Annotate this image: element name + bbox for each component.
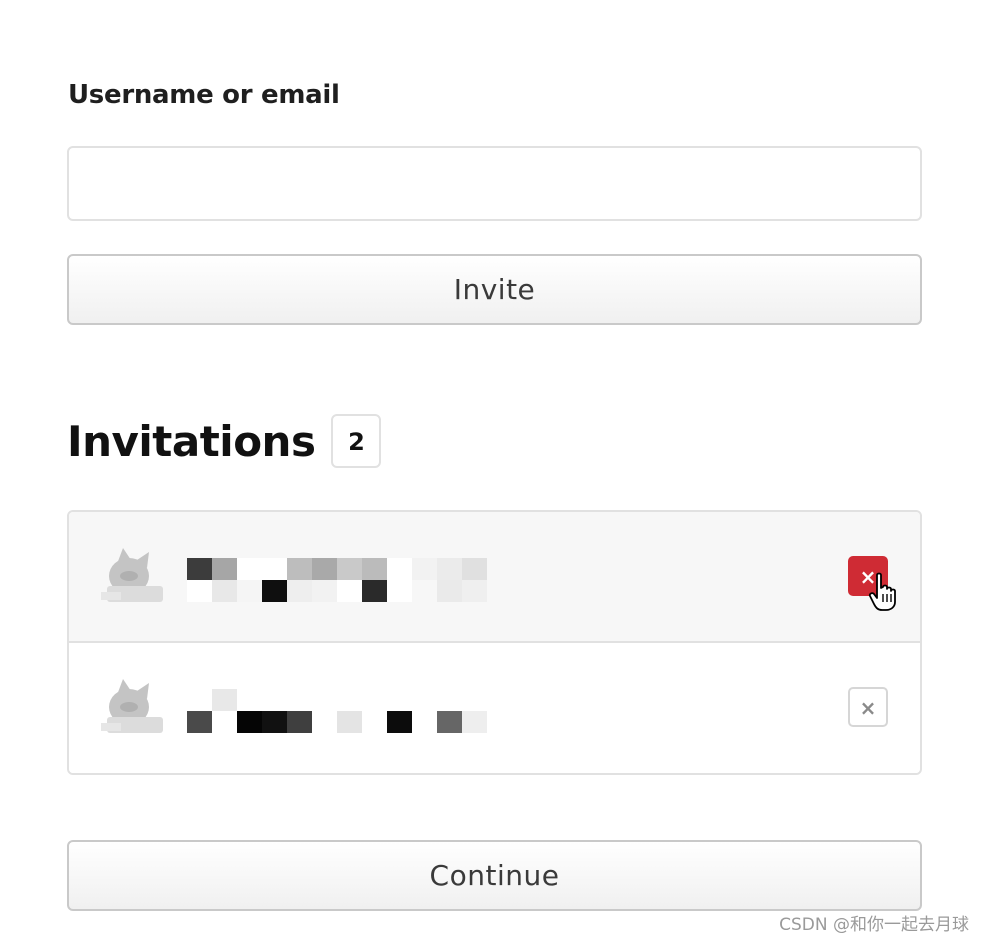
watermark: CSDN @和你一起去月球: [779, 915, 969, 935]
invitations-header: Invitations 2: [67, 410, 382, 472]
invite-page: Username or email Invite Invitations 2 ×…: [0, 0, 985, 943]
invitations-title: Invitations: [67, 416, 316, 466]
invited-username: [187, 689, 487, 733]
username-input[interactable]: [67, 146, 922, 221]
remove-invitation-button[interactable]: ×: [848, 556, 888, 596]
invitation-count-badge: 2: [331, 414, 382, 468]
invitation-list: × ×: [67, 510, 922, 775]
close-icon: ×: [859, 696, 877, 720]
user-avatar-icon: [101, 677, 165, 737]
invitation-row: ×: [69, 643, 920, 773]
invitation-row: ×: [69, 512, 920, 643]
username-label: Username or email: [68, 80, 340, 110]
invite-button[interactable]: Invite: [67, 254, 922, 325]
remove-invitation-button[interactable]: ×: [848, 687, 888, 727]
close-icon: ×: [859, 565, 877, 589]
user-avatar-icon: [101, 546, 165, 606]
invited-username: [187, 558, 487, 602]
continue-button[interactable]: Continue: [67, 840, 922, 911]
